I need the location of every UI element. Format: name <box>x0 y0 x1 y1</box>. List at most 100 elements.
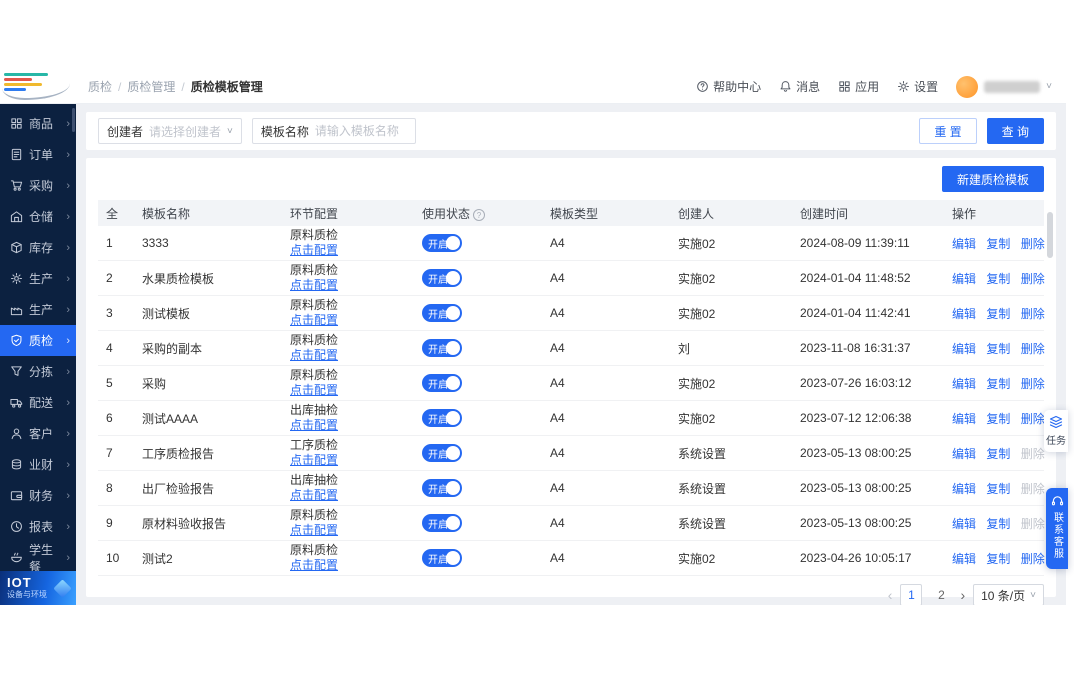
copy-link[interactable]: 复制 <box>986 307 1010 321</box>
edit-link[interactable]: 编辑 <box>952 272 976 286</box>
edit-link[interactable]: 编辑 <box>952 237 976 251</box>
edit-link[interactable]: 编辑 <box>952 412 976 426</box>
status-toggle[interactable]: 开启 <box>422 339 462 357</box>
info-icon[interactable]: ? <box>473 209 485 221</box>
new-template-button[interactable]: 新建质检模板 <box>942 166 1044 192</box>
sidebar-item-6[interactable]: 生产› <box>0 294 76 325</box>
col-select-all[interactable]: 全 <box>98 200 134 226</box>
table-scrollbar-thumb[interactable] <box>1047 212 1053 258</box>
edit-link[interactable]: 编辑 <box>952 307 976 321</box>
template-name-field[interactable]: 模板名称 <box>252 118 416 144</box>
configure-link[interactable]: 点击配置 <box>290 383 338 398</box>
configure-link[interactable]: 点击配置 <box>290 243 338 258</box>
configure-link[interactable]: 点击配置 <box>290 488 338 503</box>
status-toggle[interactable]: 开启 <box>422 479 462 497</box>
status-toggle[interactable]: 开启 <box>422 514 462 532</box>
status-toggle[interactable]: 开启 <box>422 409 462 427</box>
edit-link[interactable]: 编辑 <box>952 552 976 566</box>
delete-link[interactable]: 删除 <box>1021 237 1045 251</box>
sidebar-item-4[interactable]: 库存› <box>0 232 76 263</box>
breadcrumb-item[interactable]: 质检管理 <box>127 78 190 95</box>
sidebar-item-11[interactable]: 业财› <box>0 449 76 480</box>
row-index-cell: 5 <box>98 366 134 401</box>
page-size-select[interactable]: 10 条/页 ˅ <box>973 584 1044 605</box>
copy-link[interactable]: 复制 <box>986 552 1010 566</box>
delete-link[interactable]: 删除 <box>1021 412 1045 426</box>
contact-service-float-button[interactable]: 联系客服 <box>1046 488 1068 569</box>
delete-link[interactable]: 删除 <box>1021 272 1045 286</box>
sidebar-item-5[interactable]: 生产› <box>0 263 76 294</box>
copy-link[interactable]: 复制 <box>986 237 1010 251</box>
sidebar-item-13[interactable]: 报表› <box>0 511 76 542</box>
delete-link[interactable]: 删除 <box>1021 307 1045 321</box>
sidebar-item-8[interactable]: 分拣› <box>0 356 76 387</box>
tasks-float-button[interactable]: 任务 <box>1044 410 1068 452</box>
copy-link[interactable]: 复制 <box>986 482 1010 496</box>
page-button-1[interactable]: 1 <box>900 584 922 605</box>
settings-button[interactable]: 设置 <box>897 78 938 95</box>
copy-link[interactable]: 复制 <box>986 412 1010 426</box>
template-name-input[interactable] <box>315 124 407 138</box>
sidebar-item-0[interactable]: 商品› <box>0 108 76 139</box>
iot-footer[interactable]: IOT 设备与环境 <box>0 571 76 605</box>
copy-link[interactable]: 复制 <box>986 447 1010 461</box>
configure-link[interactable]: 点击配置 <box>290 453 338 468</box>
apps-button[interactable]: 应用 <box>838 78 879 95</box>
status-toggle[interactable]: 开启 <box>422 304 462 322</box>
operations-cell: 编辑 复制 删除 <box>944 401 1044 436</box>
configure-link[interactable]: 点击配置 <box>290 418 338 433</box>
delete-link[interactable]: 删除 <box>1021 517 1045 531</box>
copy-link[interactable]: 复制 <box>986 517 1010 531</box>
status-toggle[interactable]: 开启 <box>422 234 462 252</box>
status-toggle[interactable]: 开启 <box>422 549 462 567</box>
sidebar-item-7[interactable]: 质检› <box>0 325 76 356</box>
sidebar-item-9[interactable]: 配送› <box>0 387 76 418</box>
copy-link[interactable]: 复制 <box>986 272 1010 286</box>
copy-link[interactable]: 复制 <box>986 377 1010 391</box>
copy-link[interactable]: 复制 <box>986 342 1010 356</box>
configure-link[interactable]: 点击配置 <box>290 523 338 538</box>
configure-link[interactable]: 点击配置 <box>290 278 338 293</box>
user-menu[interactable]: ˅ <box>956 76 1052 98</box>
delete-link[interactable]: 删除 <box>1021 342 1045 356</box>
status-toggle[interactable]: 开启 <box>422 269 462 287</box>
configure-link[interactable]: 点击配置 <box>290 313 338 328</box>
reset-button[interactable]: 重 置 <box>919 118 976 144</box>
creator-label: 创建者 <box>107 123 143 140</box>
sidebar-scrollbar[interactable] <box>72 108 75 132</box>
template-type-cell: A4 <box>542 541 670 576</box>
configure-link[interactable]: 点击配置 <box>290 348 338 363</box>
edit-link[interactable]: 编辑 <box>952 377 976 391</box>
status-toggle[interactable]: 开启 <box>422 374 462 392</box>
next-page-button[interactable]: › <box>960 588 965 602</box>
status-toggle[interactable]: 开启 <box>422 444 462 462</box>
production-factory-icon <box>10 303 23 316</box>
sidebar-item-3[interactable]: 仓储› <box>0 201 76 232</box>
help-center-button[interactable]: 帮助中心 <box>696 78 761 95</box>
col-operations: 操作 <box>944 200 1044 226</box>
delete-link[interactable]: 删除 <box>1021 482 1045 496</box>
edit-link[interactable]: 编辑 <box>952 517 976 531</box>
sidebar-item-2[interactable]: 采购› <box>0 170 76 201</box>
sidebar-item-14[interactable]: 学生餐› <box>0 542 76 571</box>
delete-link[interactable]: 删除 <box>1021 447 1045 461</box>
delete-link[interactable]: 删除 <box>1021 552 1045 566</box>
avatar <box>956 76 978 98</box>
chevron-right-icon: › <box>66 521 70 533</box>
pagination: ‹ 1 2 › 10 条/页 ˅ <box>98 584 1044 605</box>
sidebar-item-12[interactable]: 财务› <box>0 480 76 511</box>
sidebar-item-1[interactable]: 订单› <box>0 139 76 170</box>
edit-link[interactable]: 编辑 <box>952 482 976 496</box>
sidebar-item-10[interactable]: 客户› <box>0 418 76 449</box>
messages-button[interactable]: 消息 <box>779 78 820 95</box>
edit-link[interactable]: 编辑 <box>952 447 976 461</box>
creator-select[interactable]: 创建者 请选择创建者 ˅ <box>98 118 242 144</box>
breadcrumb-item[interactable]: 质检 <box>88 78 127 95</box>
configure-link[interactable]: 点击配置 <box>290 558 338 573</box>
created-time-cell: 2023-11-08 16:31:37 <box>792 331 944 366</box>
edit-link[interactable]: 编辑 <box>952 342 976 356</box>
delete-link[interactable]: 删除 <box>1021 377 1045 391</box>
prev-page-button[interactable]: ‹ <box>888 588 893 602</box>
search-button[interactable]: 查 询 <box>987 118 1044 144</box>
page-button-2[interactable]: 2 <box>930 584 952 605</box>
